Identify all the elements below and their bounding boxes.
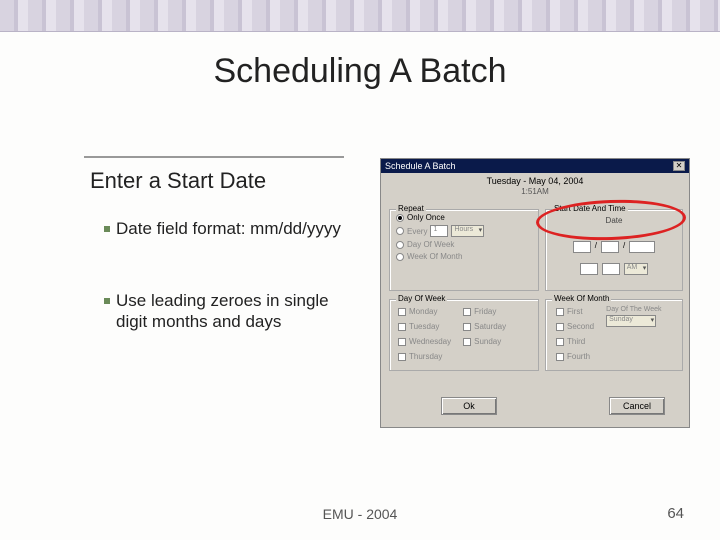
checkbox-icon xyxy=(556,323,564,331)
dow-friday[interactable]: Friday xyxy=(463,307,506,316)
checkbox-icon xyxy=(398,338,406,346)
wom-second[interactable]: Second xyxy=(556,322,594,331)
bullet-text: Use leading zeroes in single digit month… xyxy=(116,290,346,333)
radio-label: Day Of Week xyxy=(407,240,454,249)
every-count-input[interactable]: 1 xyxy=(430,225,448,237)
time-min-input[interactable] xyxy=(602,263,620,275)
wom-day-select[interactable]: Sunday xyxy=(606,315,656,327)
date-sep: / xyxy=(595,241,597,253)
repeat-fieldset: Repeat Only Once Every 1 Hours Day Of We… xyxy=(389,209,539,291)
radio-every[interactable]: Every 1 Hours xyxy=(396,225,532,237)
radio-label: Only Once xyxy=(407,213,445,222)
bullet-item: Use leading zeroes in single digit month… xyxy=(116,290,346,333)
start-date-fieldset: Start Date And Time Date / / AM xyxy=(545,209,683,291)
dow-label: Saturday xyxy=(474,322,506,331)
dialog-current-time: 1:51AM xyxy=(381,187,689,198)
dialog-title-text: Schedule A Batch xyxy=(385,161,456,171)
slide-title: Scheduling A Batch xyxy=(0,52,720,91)
radio-icon xyxy=(396,241,404,249)
dow-label: Tuesday xyxy=(409,322,439,331)
date-input-row: / / xyxy=(546,241,682,253)
dow-label: Monday xyxy=(409,307,437,316)
footer-text: EMU - 2004 xyxy=(0,506,720,522)
ok-button[interactable]: Ok xyxy=(441,397,497,415)
checkbox-icon xyxy=(463,338,471,346)
bullet-item: Date field format: mm/dd/yyyy xyxy=(116,218,346,239)
wom-third[interactable]: Third xyxy=(556,337,594,346)
schedule-batch-dialog: Schedule A Batch ✕ Tuesday - May 04, 200… xyxy=(380,158,690,428)
dialog-titlebar: Schedule A Batch ✕ xyxy=(381,159,689,173)
wom-label: Second xyxy=(567,322,594,331)
close-icon[interactable]: ✕ xyxy=(673,161,685,171)
bullet-text: Date field format: mm/dd/yyyy xyxy=(116,218,346,239)
dow-tuesday[interactable]: Tuesday xyxy=(398,322,451,331)
wom-label: Third xyxy=(567,337,585,346)
checkbox-icon xyxy=(398,308,406,316)
wom-first[interactable]: First xyxy=(556,307,594,316)
radio-label: Every xyxy=(407,227,427,236)
dow-label: Wednesday xyxy=(409,337,451,346)
dow-label: Friday xyxy=(474,307,496,316)
date-day-input[interactable] xyxy=(601,241,619,253)
wom-legend: Week Of Month xyxy=(552,294,611,303)
dow-wednesday[interactable]: Wednesday xyxy=(398,337,451,346)
checkbox-icon xyxy=(556,308,564,316)
page-number: 64 xyxy=(667,505,684,522)
date-month-input[interactable] xyxy=(573,241,591,253)
dow-label: Sunday xyxy=(474,337,501,346)
checkbox-icon xyxy=(463,323,471,331)
bullet-icon xyxy=(104,298,110,304)
start-legend: Start Date And Time xyxy=(552,204,628,213)
slide-top-border xyxy=(0,0,720,32)
wom-label: First xyxy=(567,307,583,316)
repeat-legend: Repeat xyxy=(396,204,426,213)
time-input-row: AM xyxy=(546,263,682,275)
dow-legend: Day Of Week xyxy=(396,294,447,303)
checkbox-icon xyxy=(556,353,564,361)
date-label: Date xyxy=(546,216,682,225)
date-year-input[interactable] xyxy=(629,241,655,253)
radio-week-of-month[interactable]: Week Of Month xyxy=(396,252,532,261)
radio-icon xyxy=(396,227,404,235)
divider xyxy=(84,156,344,158)
ampm-select[interactable]: AM xyxy=(624,263,649,275)
bullet-icon xyxy=(104,226,110,232)
radio-day-of-week[interactable]: Day Of Week xyxy=(396,240,532,249)
day-of-week-fieldset: Day Of Week Monday Tuesday Wednesday Thu… xyxy=(389,299,539,371)
checkbox-icon xyxy=(463,308,471,316)
radio-label: Week Of Month xyxy=(407,252,462,261)
checkbox-icon xyxy=(398,353,406,361)
wom-label: Fourth xyxy=(567,352,590,361)
radio-only-once[interactable]: Only Once xyxy=(396,213,532,222)
dow-label: Thursday xyxy=(409,352,442,361)
dow-monday[interactable]: Monday xyxy=(398,307,451,316)
cancel-button[interactable]: Cancel xyxy=(609,397,665,415)
time-hour-input[interactable] xyxy=(580,263,598,275)
date-sep: / xyxy=(623,241,625,253)
wom-day-label: Day Of The Week xyxy=(606,306,678,313)
every-unit-select[interactable]: Hours xyxy=(451,225,484,237)
radio-icon xyxy=(396,253,404,261)
week-of-month-fieldset: Week Of Month First Second Third Fourth … xyxy=(545,299,683,371)
radio-icon xyxy=(396,214,404,222)
checkbox-icon xyxy=(556,338,564,346)
slide-subtitle: Enter a Start Date xyxy=(90,168,266,194)
wom-fourth[interactable]: Fourth xyxy=(556,352,594,361)
dow-saturday[interactable]: Saturday xyxy=(463,322,506,331)
dow-sunday[interactable]: Sunday xyxy=(463,337,506,346)
dow-thursday[interactable]: Thursday xyxy=(398,352,451,361)
checkbox-icon xyxy=(398,323,406,331)
dialog-current-date: Tuesday - May 04, 2004 xyxy=(381,173,689,187)
